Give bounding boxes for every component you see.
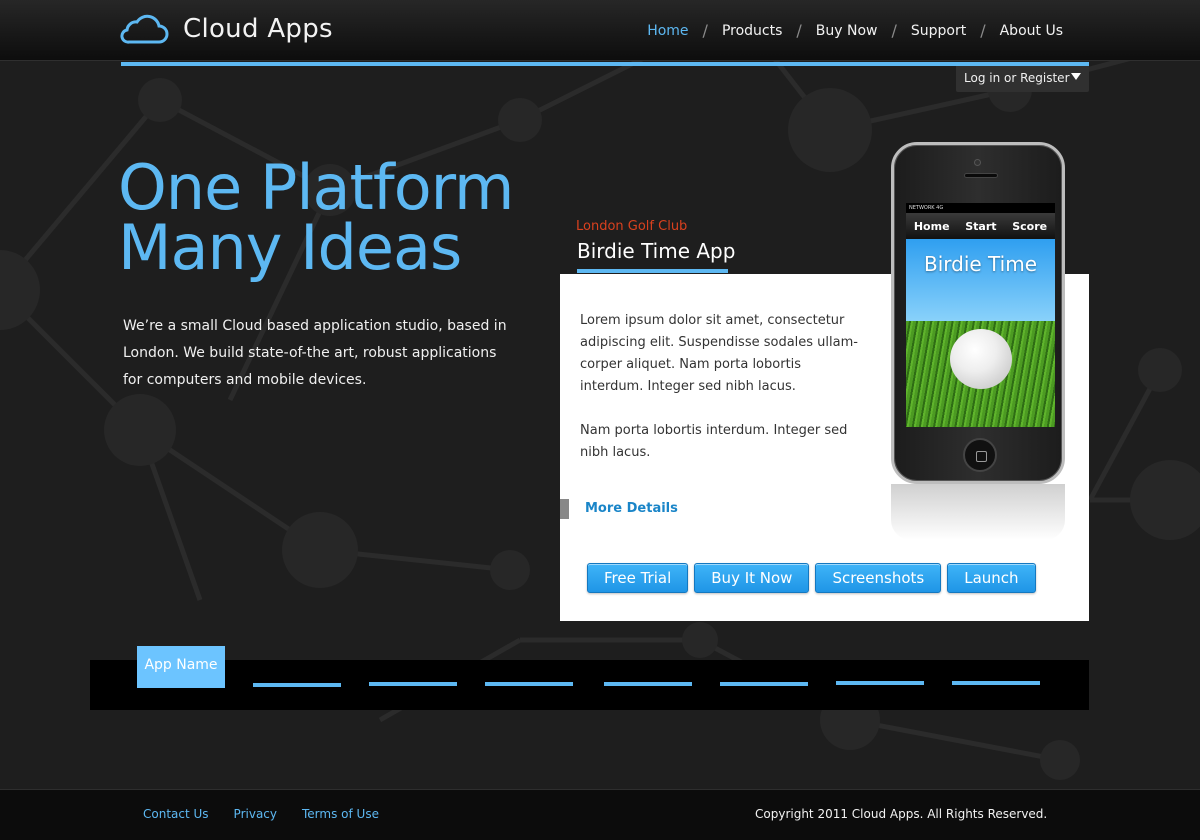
app-selector-slot[interactable]	[369, 682, 457, 686]
phone-home-button-icon	[963, 438, 997, 472]
nav-separator: /	[891, 21, 897, 40]
camera-icon	[974, 159, 981, 166]
hero-line-2: Many Ideas	[118, 211, 462, 284]
nav-products[interactable]: Products	[722, 23, 782, 39]
app-selector-slot[interactable]	[253, 683, 341, 687]
main-nav: Home / Products / Buy Now / Support / Ab…	[647, 21, 1063, 40]
app-paragraph: Lorem ipsum dolor sit amet, consectetur …	[580, 313, 858, 394]
screenshots-button[interactable]: Screenshots	[815, 563, 942, 593]
launch-button[interactable]: Launch	[947, 563, 1036, 593]
caret-down-icon	[1071, 73, 1081, 80]
phone-reflection	[891, 484, 1065, 540]
speaker-icon	[964, 173, 998, 178]
copyright: Copyright 2011 Cloud Apps. All Rights Re…	[755, 807, 1048, 821]
phone-tab-home: Home	[913, 219, 950, 233]
hero-line-1: One Platform	[118, 151, 514, 224]
app-selector-slot[interactable]	[604, 682, 692, 686]
header-accent-line	[121, 62, 1089, 66]
brand-name: Cloud Apps	[183, 14, 333, 44]
app-paragraph: Nam porta lobortis interdum. Integer sed…	[580, 423, 848, 460]
phone-body: NETWORK 4G Home Start Score Birdie Time	[891, 142, 1065, 484]
golf-ball-image	[950, 329, 1012, 389]
nav-support[interactable]: Support	[911, 23, 966, 39]
site-header: Cloud Apps Home / Products / Buy Now / S…	[0, 0, 1200, 61]
phone-screen: NETWORK 4G Home Start Score Birdie Time	[906, 203, 1055, 427]
app-title-underline	[577, 269, 728, 273]
footer-terms-link[interactable]: Terms of Use	[302, 807, 379, 821]
footer-privacy-link[interactable]: Privacy	[234, 807, 277, 821]
buy-it-now-button[interactable]: Buy It Now	[694, 563, 810, 593]
login-register-dropdown[interactable]: Log in or Register	[956, 66, 1089, 92]
hero-title: One Platform Many Ideas	[118, 151, 514, 284]
app-selector-active[interactable]: App Name	[137, 646, 225, 688]
free-trial-button[interactable]: Free Trial	[587, 563, 689, 593]
nav-buy-now[interactable]: Buy Now	[816, 23, 878, 39]
nav-separator: /	[980, 21, 986, 40]
phone-screen-title: Birdie Time	[923, 252, 1037, 276]
login-label: Log in or Register	[964, 71, 1070, 85]
app-client: London Golf Club	[576, 219, 688, 234]
nav-separator: /	[702, 21, 708, 40]
phone-tab-bar: Home Start Score	[906, 213, 1055, 239]
cloud-icon	[120, 14, 169, 44]
app-title: Birdie Time App	[577, 239, 736, 263]
logo[interactable]: Cloud Apps	[119, 12, 333, 46]
app-selector-slot[interactable]	[952, 681, 1040, 685]
footer-links: Contact Us Privacy Terms of Use	[143, 807, 379, 821]
app-actions: Free Trial Buy It Now Screenshots Launch	[587, 563, 1036, 593]
nav-home[interactable]: Home	[647, 23, 688, 39]
app-description: Lorem ipsum dolor sit amet, consectetur …	[580, 310, 860, 464]
phone-tab-score: Score	[1012, 219, 1048, 233]
app-selector-bar	[90, 660, 1089, 710]
phone-tab-start: Start	[965, 219, 997, 233]
nav-about-us[interactable]: About Us	[1000, 23, 1063, 39]
phone-status-bar: NETWORK 4G	[906, 203, 1055, 213]
more-details-link[interactable]: More Details	[585, 501, 678, 516]
phone-mockup: NETWORK 4G Home Start Score Birdie Time	[891, 142, 1065, 484]
footer-contact-us-link[interactable]: Contact Us	[143, 807, 209, 821]
app-selector-slot[interactable]	[836, 681, 924, 685]
nav-separator: /	[796, 21, 802, 40]
app-selector-slot[interactable]	[720, 682, 808, 686]
hero-description: We’re a small Cloud based application st…	[123, 318, 507, 388]
site-footer: Contact Us Privacy Terms of Use Copyrigh…	[0, 789, 1200, 840]
app-selector-slot[interactable]	[485, 682, 573, 686]
more-details-marker	[560, 499, 569, 519]
